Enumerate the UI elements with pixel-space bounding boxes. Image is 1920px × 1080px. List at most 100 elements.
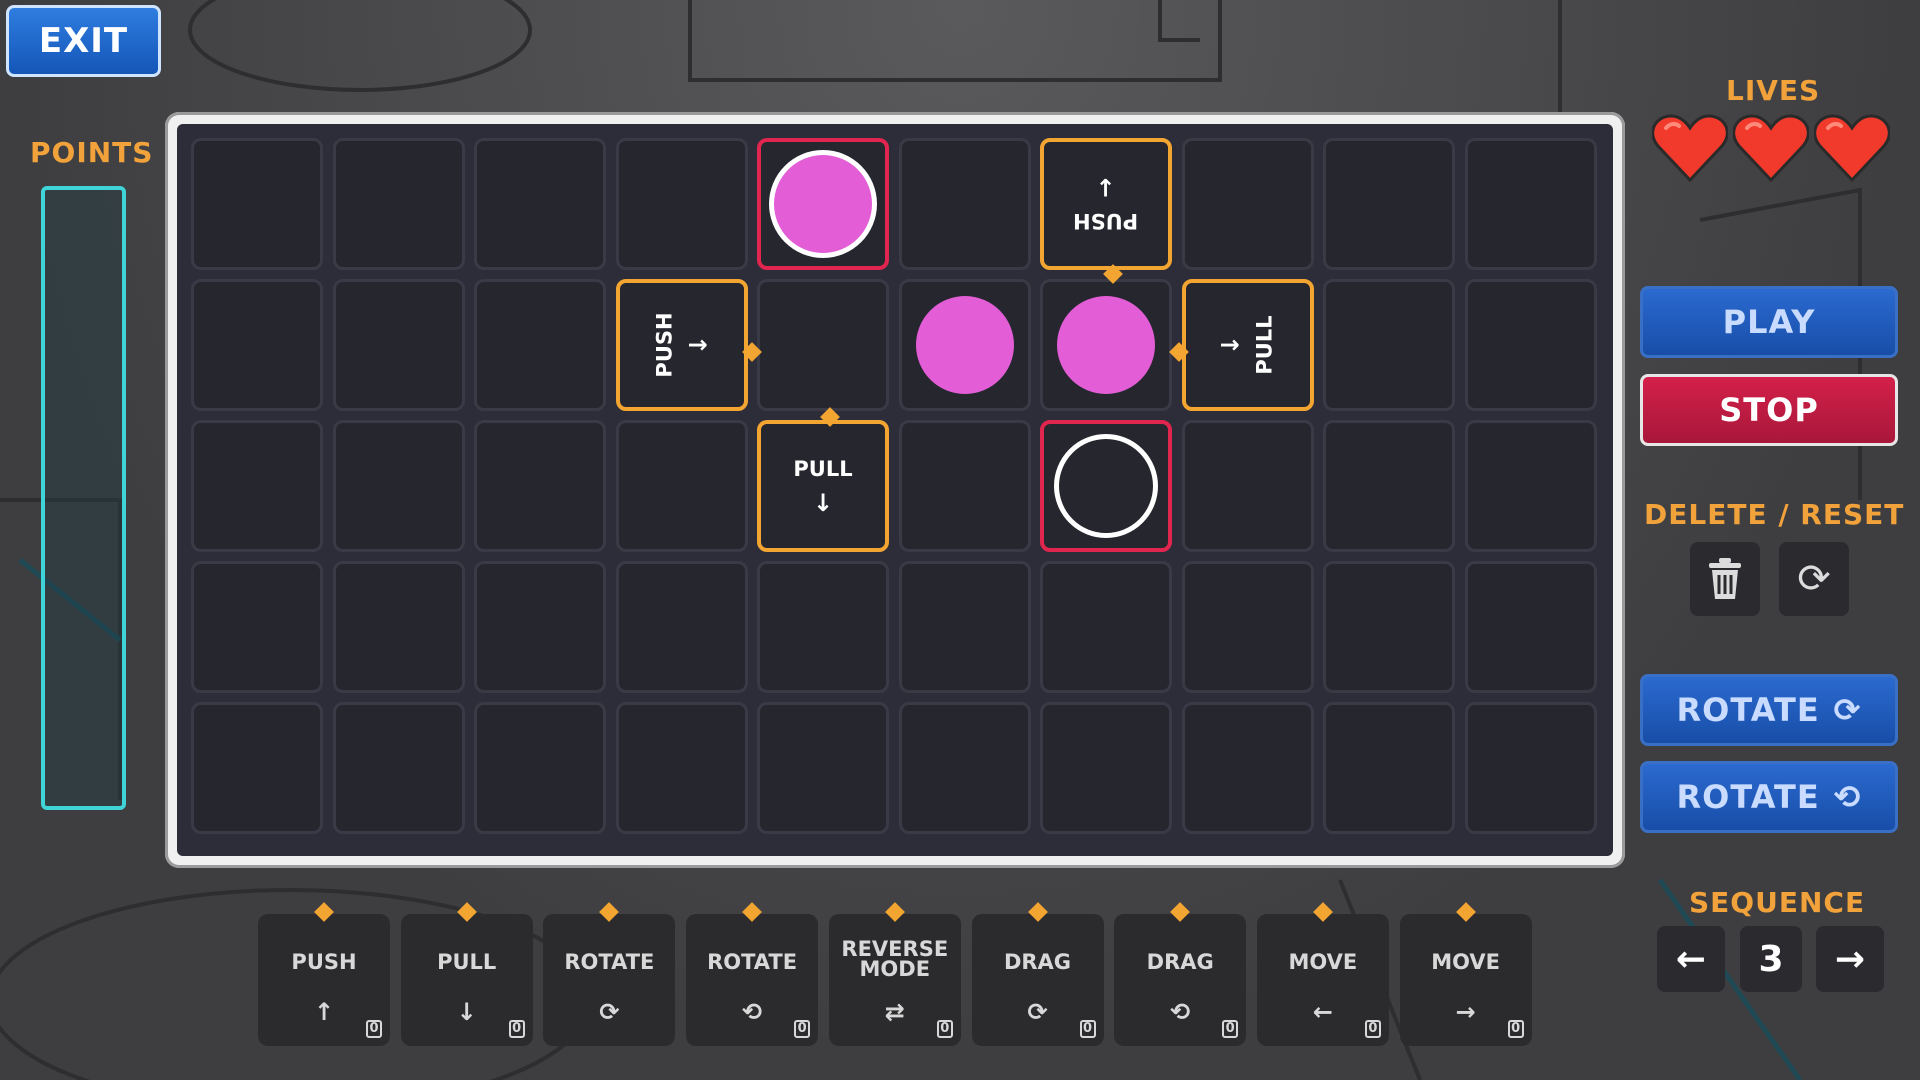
play-button[interactable]: PLAY: [1640, 286, 1898, 358]
game-board: PUSH ↓ PUSH ↓ ↓ PULL PULL ↓: [177, 124, 1613, 856]
push-tile[interactable]: PUSH ↓: [1040, 138, 1172, 270]
magenta-ball[interactable]: [915, 296, 1014, 394]
grid-cell[interactable]: [615, 138, 748, 270]
grid-cell[interactable]: [1181, 138, 1314, 270]
rotate-clockwise-button[interactable]: ROTATE ⟳: [1640, 674, 1898, 746]
heart-icon: [1733, 114, 1809, 182]
grid-cell[interactable]: [1181, 702, 1314, 834]
palette-move-8[interactable]: MOVE → 0: [1399, 902, 1532, 1046]
rotate-counterclockwise-button[interactable]: ROTATE ⟲: [1640, 761, 1898, 833]
grid-cell[interactable]: [757, 561, 889, 693]
grid-cell[interactable]: [1464, 279, 1597, 411]
grid-cell[interactable]: [1464, 561, 1597, 693]
tile-label: PULL: [793, 457, 853, 481]
grid-cell[interactable]: [191, 138, 323, 270]
grid-cell[interactable]: [757, 279, 889, 411]
sequence-next-button[interactable]: →: [1816, 926, 1884, 992]
grid-cell[interactable]: [474, 420, 606, 552]
game-board-frame: PUSH ↓ PUSH ↓ ↓ PULL PULL ↓: [165, 112, 1625, 868]
palette-move-7[interactable]: MOVE ← 0: [1256, 902, 1389, 1046]
tile-label: PUSH: [1073, 209, 1139, 233]
grid-cell[interactable]: [474, 702, 606, 834]
grid-cell[interactable]: [1323, 420, 1455, 552]
exit-button[interactable]: EXIT: [6, 5, 161, 77]
palette-count: 0: [794, 1020, 811, 1038]
delete-button[interactable]: [1690, 542, 1760, 616]
palette-reverse-mode-4[interactable]: REVERSE MODE ⇄ 0: [828, 902, 961, 1046]
points-label: POINTS: [30, 136, 154, 169]
palette-rotate-3[interactable]: ROTATE ⟲ 0: [686, 902, 819, 1046]
palette-count: 0: [936, 1020, 953, 1038]
palette-count: 0: [366, 1020, 382, 1038]
grid-cell[interactable]: [191, 702, 323, 834]
palette-rotate-2[interactable]: ROTATE ⟳: [543, 902, 676, 1046]
palette-drag-5[interactable]: DRAG ⟳ 0: [971, 902, 1104, 1046]
grid-cell[interactable]: [898, 420, 1031, 552]
heart-icon: [1652, 114, 1728, 182]
palette-count: 0: [1364, 1020, 1381, 1038]
palette-pull-1[interactable]: PULL ↓ 0: [400, 902, 533, 1046]
grid-cell[interactable]: [1323, 561, 1455, 693]
palette-label: ROTATE: [564, 950, 655, 974]
grid-cell[interactable]: [1040, 702, 1172, 834]
grid-cell[interactable]: [615, 702, 748, 834]
palette-label: MOVE: [1431, 950, 1500, 974]
grid-cell[interactable]: [332, 279, 465, 411]
grid-cell[interactable]: [191, 279, 323, 411]
palette-push-0[interactable]: PUSH ↑ 0: [258, 902, 390, 1046]
grid-cell[interactable]: [898, 561, 1031, 693]
grid-cell[interactable]: [1323, 138, 1455, 270]
grid-cell[interactable]: [757, 702, 889, 834]
sequence-prev-button[interactable]: ←: [1657, 926, 1725, 992]
grid-cell[interactable]: [332, 138, 465, 270]
grid-cell[interactable]: [191, 420, 323, 552]
palette-label: DRAG: [1146, 950, 1214, 974]
grid-cell[interactable]: [1323, 279, 1455, 411]
reset-button[interactable]: ⟳: [1779, 542, 1849, 616]
grid-cell[interactable]: [474, 138, 606, 270]
stop-button[interactable]: STOP: [1640, 374, 1898, 446]
palette-command-icon: ⟳: [599, 998, 620, 1026]
grid-cell[interactable]: [615, 561, 748, 693]
trash-icon: [1709, 558, 1741, 599]
grid-cell[interactable]: [474, 279, 606, 411]
grid-cell[interactable]: [615, 420, 748, 552]
play-label: PLAY: [1722, 303, 1816, 341]
palette-label: ROTATE: [707, 950, 798, 974]
tile-label: PULL: [1252, 315, 1277, 375]
rotate-counterclockwise-icon: ⟲: [1833, 778, 1862, 816]
pull-tile[interactable]: ↓ PULL: [1181, 279, 1314, 411]
ball-on-target[interactable]: [774, 155, 872, 253]
grid-cell[interactable]: [332, 561, 465, 693]
grid-cell[interactable]: [1464, 420, 1597, 552]
palette-label: PULL: [437, 950, 497, 974]
grid-cell[interactable]: [898, 138, 1031, 270]
grid-cell[interactable]: [1323, 702, 1455, 834]
pull-tile[interactable]: PULL ↓: [757, 420, 889, 552]
delete-reset-label: DELETE / RESET: [1644, 498, 1905, 531]
grid-cell[interactable]: [1464, 138, 1597, 270]
arrow-icon: ↓: [1216, 334, 1245, 356]
arrow-icon: ↓: [684, 334, 713, 356]
magenta-ball[interactable]: [1057, 296, 1155, 394]
grid-cell[interactable]: [1040, 561, 1172, 693]
grid-cell[interactable]: [191, 561, 323, 693]
rotate-clockwise-icon: ⟳: [1833, 691, 1862, 729]
palette-count: 0: [508, 1020, 525, 1038]
arrow-icon: ↓: [1095, 173, 1117, 201]
points-meter: [41, 186, 126, 810]
grid-cell[interactable]: [332, 420, 465, 552]
grid-cell[interactable]: [1464, 702, 1597, 834]
tile-label: PUSH: [652, 312, 677, 378]
rotate-ccw-label: ROTATE: [1676, 778, 1820, 816]
grid-cell[interactable]: [332, 702, 465, 834]
heart-icon: [1814, 114, 1890, 182]
push-tile[interactable]: PUSH ↓: [615, 279, 748, 411]
palette-drag-6[interactable]: DRAG ⟲ 0: [1114, 902, 1247, 1046]
grid-cell[interactable]: [474, 561, 606, 693]
grid-cell[interactable]: [898, 702, 1031, 834]
grid-cell[interactable]: [1181, 561, 1314, 693]
arrow-right-icon: →: [1834, 938, 1866, 980]
grid-cell[interactable]: [1181, 420, 1314, 552]
palette-count: 0: [1079, 1020, 1096, 1038]
